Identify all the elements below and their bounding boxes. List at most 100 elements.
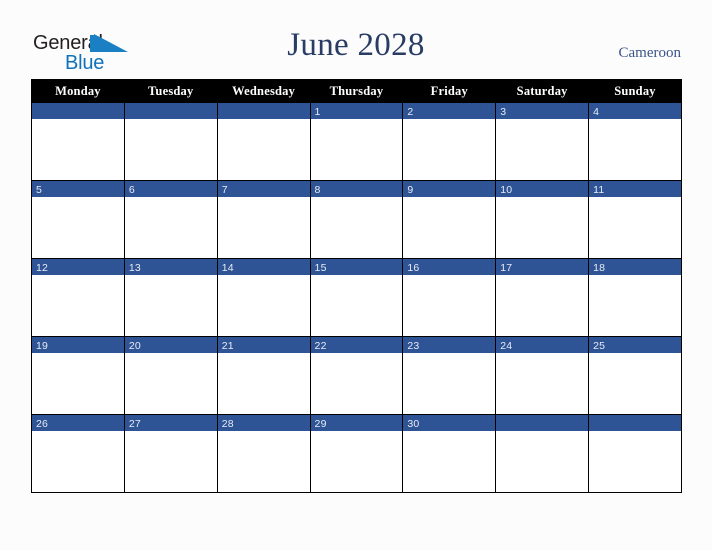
day-note-area[interactable] (32, 353, 124, 414)
day-number: 5 (36, 184, 43, 196)
calendar-day-cell[interactable]: 30 (402, 414, 497, 493)
calendar-day-cell[interactable]: 25 (588, 336, 682, 415)
day-note-area[interactable] (124, 275, 217, 336)
day-note-area[interactable] (32, 119, 124, 180)
day-number: 19 (36, 340, 49, 352)
calendar-day-cell[interactable] (123, 102, 218, 181)
weekday-header-sunday: Sunday (588, 79, 682, 103)
calendar-day-cell[interactable]: 29 (309, 414, 404, 493)
calendar-day-cell[interactable]: 14 (216, 258, 311, 337)
calendar-week-row: 26 27 28 29 30 (31, 414, 682, 493)
day-number: 24 (500, 340, 513, 352)
calendar-day-cell[interactable]: 17 (495, 258, 590, 337)
day-number: 11 (593, 184, 605, 196)
calendar-day-cell[interactable]: 23 (402, 336, 497, 415)
calendar-day-cell[interactable]: 28 (216, 414, 311, 493)
calendar-day-cell[interactable]: 19 (31, 336, 125, 415)
day-number: 28 (221, 418, 234, 430)
day-number: 26 (36, 418, 49, 430)
day-note-area[interactable] (589, 431, 681, 492)
calendar-day-cell[interactable]: 6 (123, 180, 218, 259)
day-note-area[interactable] (310, 275, 403, 336)
day-note-area[interactable] (496, 119, 589, 180)
day-note-area[interactable] (496, 275, 589, 336)
weekday-header-monday: Monday (31, 79, 125, 103)
day-number: 14 (221, 262, 234, 274)
day-note-area[interactable] (496, 431, 589, 492)
calendar-day-cell[interactable]: 9 (402, 180, 497, 259)
day-note-area[interactable] (310, 119, 403, 180)
day-note-area[interactable] (403, 353, 496, 414)
day-number: 10 (500, 184, 513, 196)
day-number: 7 (221, 184, 228, 196)
calendar-day-cell[interactable]: 7 (216, 180, 311, 259)
calendar-day-cell[interactable]: 5 (31, 180, 125, 259)
day-note-area[interactable] (32, 431, 124, 492)
calendar-day-cell[interactable]: 27 (123, 414, 218, 493)
day-note-area[interactable] (403, 275, 496, 336)
calendar-day-cell[interactable] (216, 102, 311, 181)
calendar-day-cell[interactable]: 11 (588, 180, 682, 259)
calendar-day-cell[interactable]: 4 (588, 102, 682, 181)
day-note-area[interactable] (124, 119, 217, 180)
day-number: 15 (314, 262, 327, 274)
day-number: 27 (128, 418, 141, 430)
day-note-area[interactable] (310, 353, 403, 414)
day-number: 20 (128, 340, 141, 352)
day-note-area[interactable] (310, 431, 403, 492)
calendar-day-cell[interactable]: 15 (309, 258, 404, 337)
calendar-table: Monday Tuesday Wednesday Thursday Friday… (31, 79, 682, 493)
day-number: 23 (407, 340, 420, 352)
day-note-area[interactable] (124, 353, 217, 414)
calendar-day-cell[interactable]: 1 (309, 102, 404, 181)
calendar-day-cell[interactable]: 13 (123, 258, 218, 337)
calendar-week-row: 5 6 7 8 9 10 11 (31, 180, 682, 259)
calendar-day-cell[interactable]: 24 (495, 336, 590, 415)
calendar-grid-wrapper: Monday Tuesday Wednesday Thursday Friday… (31, 79, 682, 493)
calendar-day-cell[interactable]: 2 (402, 102, 497, 181)
calendar-day-cell[interactable]: 26 (31, 414, 125, 493)
country-label: Cameroon (618, 45, 681, 61)
day-note-area[interactable] (217, 197, 310, 258)
day-number: 22 (314, 340, 327, 352)
calendar-day-cell[interactable]: 20 (123, 336, 218, 415)
page-title: June 2028 (287, 27, 425, 63)
day-note-area[interactable] (217, 353, 310, 414)
day-note-area[interactable] (589, 197, 681, 258)
calendar-day-cell[interactable] (31, 102, 125, 181)
calendar-day-cell[interactable]: 10 (495, 180, 590, 259)
calendar-day-cell[interactable]: 18 (588, 258, 682, 337)
day-number: 6 (128, 184, 135, 196)
weekday-header-thursday: Thursday (309, 79, 404, 103)
day-note-area[interactable] (310, 197, 403, 258)
day-note-area[interactable] (496, 197, 589, 258)
day-note-area[interactable] (403, 119, 496, 180)
day-note-area[interactable] (403, 197, 496, 258)
day-note-area[interactable] (496, 353, 589, 414)
day-note-area[interactable] (124, 197, 217, 258)
calendar-week-row: 1 2 3 4 (31, 102, 682, 181)
calendar-day-cell[interactable]: 8 (309, 180, 404, 259)
day-note-area[interactable] (589, 275, 681, 336)
calendar-day-cell[interactable]: 12 (31, 258, 125, 337)
weekday-header-tuesday: Tuesday (123, 79, 218, 103)
calendar-day-cell[interactable]: 22 (309, 336, 404, 415)
calendar-day-cell[interactable] (588, 414, 682, 493)
day-note-area[interactable] (32, 197, 124, 258)
calendar-day-cell[interactable]: 3 (495, 102, 590, 181)
day-note-area[interactable] (217, 431, 310, 492)
calendar-day-cell[interactable]: 21 (216, 336, 311, 415)
day-note-area[interactable] (124, 431, 217, 492)
weekday-header-wednesday: Wednesday (216, 79, 311, 103)
weekday-header-friday: Friday (402, 79, 497, 103)
day-note-area[interactable] (403, 431, 496, 492)
day-note-area[interactable] (32, 275, 124, 336)
calendar-day-cell[interactable]: 16 (402, 258, 497, 337)
day-note-area[interactable] (589, 353, 681, 414)
day-note-area[interactable] (217, 119, 310, 180)
day-note-area[interactable] (217, 275, 310, 336)
calendar-day-cell[interactable] (495, 414, 590, 493)
day-note-area[interactable] (589, 119, 681, 180)
calendar-week-row: 12 13 14 15 16 17 18 (31, 258, 682, 337)
day-number: 17 (500, 262, 513, 274)
